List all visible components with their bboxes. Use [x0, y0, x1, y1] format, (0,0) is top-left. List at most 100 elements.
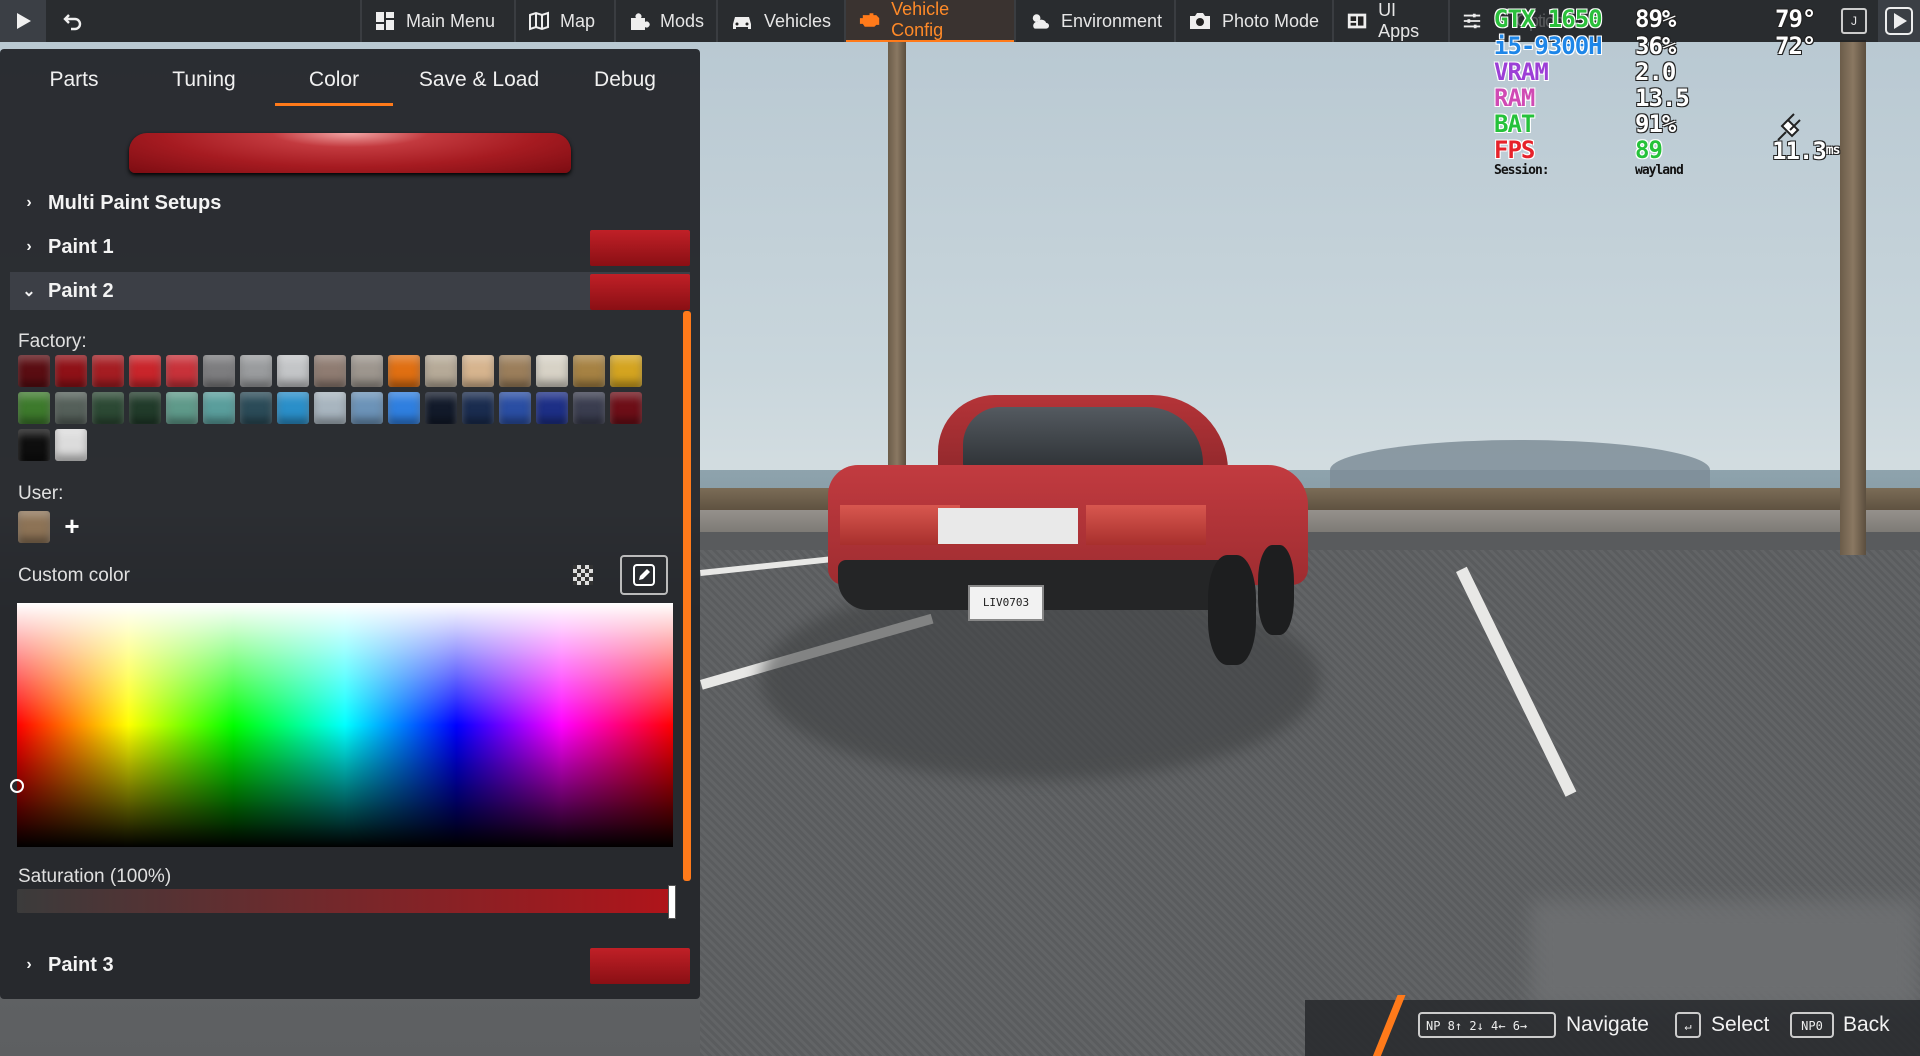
- vram-value: 2.0: [1635, 58, 1676, 86]
- ui-apps-button[interactable]: UI Apps: [1334, 0, 1448, 42]
- saturation-label: Saturation (100%): [18, 866, 172, 887]
- checker-pattern-button[interactable]: [563, 555, 603, 595]
- saturation-slider-handle[interactable]: [668, 885, 676, 919]
- back-hint[interactable]: Back: [1843, 1013, 1890, 1037]
- wheel: [1258, 545, 1294, 635]
- saturation-slider[interactable]: [17, 889, 673, 913]
- vram-label: VRAM: [1494, 58, 1549, 86]
- factory-color-swatch[interactable]: [610, 392, 642, 424]
- factory-color-swatch[interactable]: [499, 392, 531, 424]
- key-j-icon: J: [1841, 8, 1867, 34]
- weather-icon: [1032, 14, 1050, 29]
- undo-button[interactable]: [50, 0, 96, 42]
- trunk-panel: [938, 508, 1078, 544]
- color-picker-handle[interactable]: [10, 779, 24, 793]
- paint-2-header[interactable]: ⌄ Paint 2: [10, 272, 690, 310]
- factory-color-swatch[interactable]: [610, 355, 642, 387]
- scrollbar[interactable]: [683, 311, 691, 881]
- photo-mode-button[interactable]: Photo Mode: [1176, 0, 1332, 42]
- factory-color-swatch[interactable]: [277, 392, 309, 424]
- top-menu-bar: Main Menu Map Mods Vehicles Vehicle Conf…: [0, 0, 1920, 42]
- map-icon: [529, 11, 549, 31]
- wooden-pole: [1840, 40, 1866, 555]
- options-button[interactable]: [1450, 0, 1494, 42]
- factory-color-swatch[interactable]: [166, 392, 198, 424]
- main-menu-button[interactable]: Main Menu: [362, 0, 514, 42]
- factory-color-swatch[interactable]: [18, 355, 50, 387]
- play-icon: [1885, 7, 1913, 35]
- factory-color-swatch[interactable]: [462, 355, 494, 387]
- factory-color-swatch[interactable]: [536, 392, 568, 424]
- checkerboard-icon: [573, 565, 593, 585]
- factory-color-swatch[interactable]: [499, 355, 531, 387]
- gpu-label: GTX 1650: [1494, 5, 1603, 33]
- paint-3-swatch[interactable]: [590, 948, 690, 984]
- dashboard-icon: [376, 12, 394, 30]
- factory-color-swatch[interactable]: [351, 392, 383, 424]
- factory-color-swatch[interactable]: [351, 355, 383, 387]
- edit-pencil-icon: [633, 564, 655, 586]
- factory-color-swatch[interactable]: [388, 392, 420, 424]
- paint-2-swatch[interactable]: [590, 274, 690, 310]
- factory-color-swatch[interactable]: [55, 355, 87, 387]
- factory-color-swatch[interactable]: [92, 392, 124, 424]
- factory-color-swatch[interactable]: [536, 355, 568, 387]
- factory-color-swatch[interactable]: [314, 355, 346, 387]
- vehicles-button[interactable]: Vehicles: [718, 0, 844, 42]
- factory-color-swatch[interactable]: [166, 355, 198, 387]
- tab-save-load[interactable]: Save & Load: [415, 63, 543, 103]
- battery-label: BAT: [1494, 110, 1535, 138]
- car-icon: [733, 17, 751, 29]
- edit-color-button[interactable]: [620, 555, 668, 595]
- factory-color-swatch[interactable]: [240, 392, 272, 424]
- factory-color-swatch[interactable]: [277, 355, 309, 387]
- right-play-button[interactable]: [1878, 0, 1920, 42]
- factory-color-swatch[interactable]: [203, 392, 235, 424]
- keybind-j-button[interactable]: J: [1830, 0, 1878, 42]
- tab-parts[interactable]: Parts: [28, 63, 120, 103]
- play-button[interactable]: [0, 0, 46, 42]
- factory-color-swatch[interactable]: [18, 429, 50, 461]
- factory-color-swatch[interactable]: [388, 355, 420, 387]
- factory-color-swatch[interactable]: [18, 392, 50, 424]
- user-label: User:: [18, 483, 64, 504]
- custom-color-label: Custom color: [18, 565, 130, 586]
- vehicle-config-button[interactable]: Vehicle Config: [846, 0, 1014, 42]
- factory-color-swatch[interactable]: [425, 392, 457, 424]
- factory-color-swatch[interactable]: [203, 355, 235, 387]
- factory-color-swatch[interactable]: [92, 355, 124, 387]
- factory-color-swatch[interactable]: [314, 392, 346, 424]
- factory-color-swatch[interactable]: [129, 392, 161, 424]
- vehicle-config-panel: Parts Tuning Color Save & Load Debug › M…: [0, 49, 700, 999]
- multi-paint-setups-header[interactable]: › Multi Paint Setups: [10, 184, 690, 222]
- select-hint: Select: [1711, 1013, 1770, 1036]
- factory-color-swatch[interactable]: [55, 392, 87, 424]
- paint-1-header[interactable]: › Paint 1: [10, 228, 690, 266]
- factory-color-swatch[interactable]: [425, 355, 457, 387]
- mods-button[interactable]: Mods: [616, 0, 716, 42]
- environment-button[interactable]: Environment: [1016, 0, 1174, 42]
- paint-preview: [129, 133, 571, 173]
- gpu-temp: 79°: [1775, 5, 1816, 33]
- factory-color-swatch[interactable]: [55, 429, 87, 461]
- gpu-value: 89%: [1635, 5, 1676, 33]
- tab-tuning[interactable]: Tuning: [154, 63, 254, 103]
- factory-color-swatch[interactable]: [573, 392, 605, 424]
- factory-color-swatch[interactable]: [129, 355, 161, 387]
- camera-icon: [1190, 13, 1210, 29]
- chevron-right-icon: ›: [26, 238, 32, 255]
- navigate-hint: Navigate: [1566, 1013, 1649, 1036]
- paint-3-header[interactable]: › Paint 3: [10, 946, 690, 984]
- factory-color-swatch[interactable]: [462, 392, 494, 424]
- color-picker-area[interactable]: [17, 603, 673, 847]
- tab-debug[interactable]: Debug: [575, 63, 675, 103]
- tab-color[interactable]: Color: [275, 63, 393, 106]
- paint-1-swatch[interactable]: [590, 230, 690, 266]
- factory-color-swatch[interactable]: [573, 355, 605, 387]
- session-label: Session:: [1494, 163, 1550, 178]
- factory-color-swatch[interactable]: [240, 355, 272, 387]
- config-tabs: Parts Tuning Color Save & Load Debug: [0, 49, 700, 111]
- map-button[interactable]: Map: [516, 0, 614, 42]
- user-color-swatch[interactable]: [18, 511, 50, 543]
- add-user-color-button[interactable]: +: [56, 511, 88, 543]
